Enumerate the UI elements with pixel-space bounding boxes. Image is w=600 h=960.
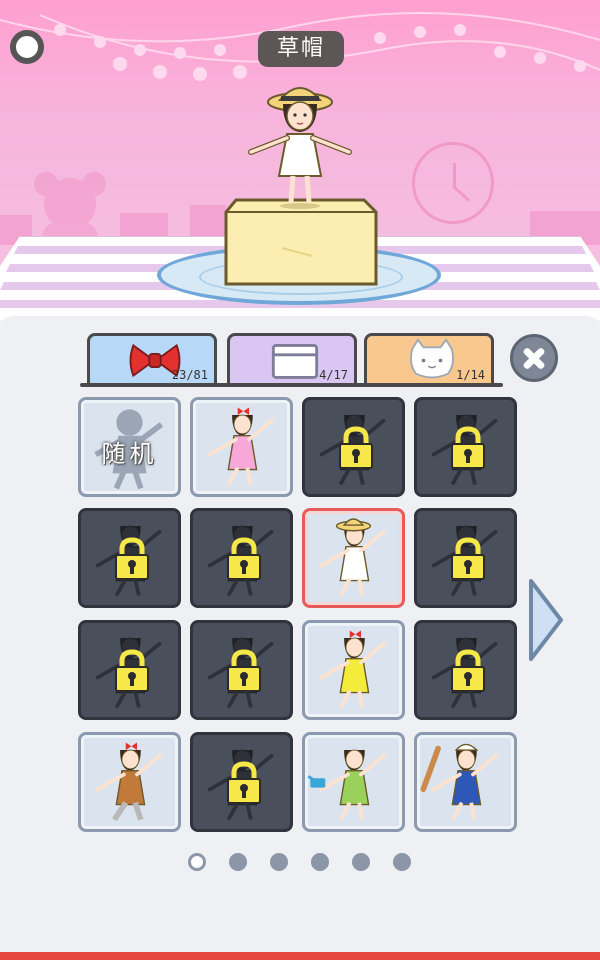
lock-icon: [451, 537, 485, 580]
lock-icon: [227, 761, 261, 804]
locked-outfit-tile[interactable]: [302, 397, 405, 497]
lock-icon: [115, 537, 149, 580]
locked-outfit-tile[interactable]: [190, 508, 293, 608]
outfit-tile[interactable]: [78, 732, 181, 832]
page-dot[interactable]: [393, 853, 411, 871]
locked-outfit-tile[interactable]: [414, 397, 517, 497]
page-dot[interactable]: [229, 853, 247, 871]
locked-outfit-tile[interactable]: [414, 508, 517, 608]
menu-button[interactable]: [10, 30, 44, 64]
tab-underline: [80, 383, 503, 387]
outfit-count: 23/81: [171, 368, 208, 382]
bottom-accent-bar: [0, 952, 600, 960]
pet-count: 1/14: [456, 368, 485, 382]
selected-outfit-tile[interactable]: [302, 508, 405, 608]
outfit-tile[interactable]: [190, 397, 293, 497]
character-preview: [248, 87, 352, 209]
random-outfit-tile[interactable]: 随机: [78, 397, 181, 497]
close-button[interactable]: [510, 334, 558, 382]
page-dot[interactable]: [270, 853, 288, 871]
lock-icon: [227, 649, 261, 692]
locked-outfit-tile[interactable]: [78, 508, 181, 608]
lock-icon: [451, 649, 485, 692]
cake-count: 4/17: [319, 368, 348, 382]
tab-outfit[interactable]: 23/81: [87, 333, 217, 385]
next-page-arrow-icon[interactable]: [527, 577, 565, 663]
outfit-tile[interactable]: [414, 732, 517, 832]
lock-icon: [339, 426, 373, 469]
lock-icon: [451, 426, 485, 469]
page-dot[interactable]: [352, 853, 370, 871]
locked-outfit-tile[interactable]: [190, 620, 293, 720]
outfit-tile[interactable]: [302, 620, 405, 720]
tab-pet[interactable]: 1/14: [364, 333, 494, 385]
outfit-title: 草帽: [258, 31, 344, 67]
tab-cake[interactable]: 4/17: [227, 333, 357, 385]
random-label: 随机: [101, 440, 158, 468]
page-dot[interactable]: [188, 853, 206, 871]
outfit-tile[interactable]: [302, 732, 405, 832]
locked-outfit-tile[interactable]: [414, 620, 517, 720]
page-indicator: [188, 852, 418, 872]
page-dot[interactable]: [311, 853, 329, 871]
lock-icon: [227, 537, 261, 580]
locked-outfit-tile[interactable]: [78, 620, 181, 720]
lock-icon: [115, 649, 149, 692]
locked-outfit-tile[interactable]: [190, 732, 293, 832]
wall-clock-icon: [412, 142, 494, 224]
